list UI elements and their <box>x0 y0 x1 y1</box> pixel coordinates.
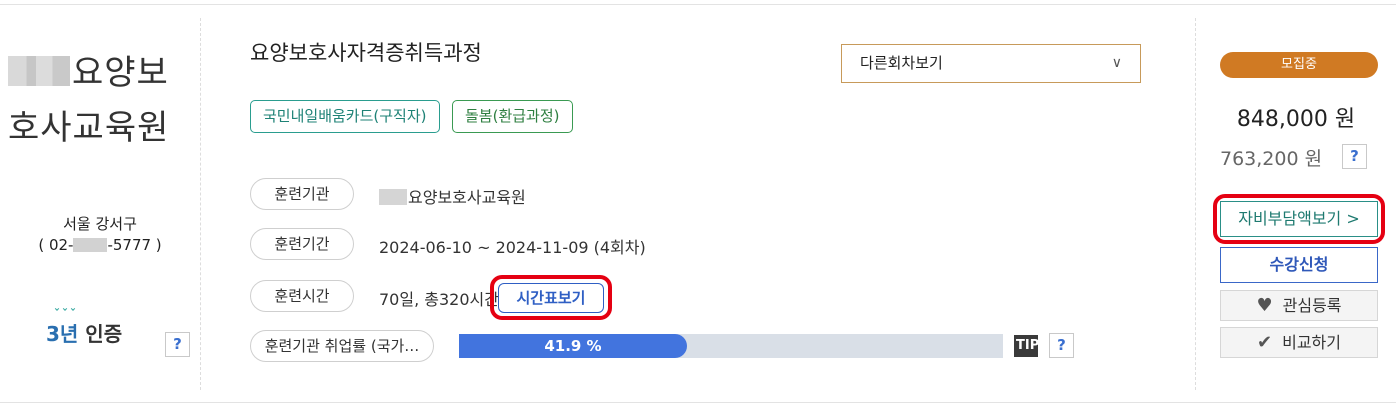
institution-name-line1: 요양보 <box>72 53 169 93</box>
certification-badge: ˇˇˇ 3년 인증 <box>46 307 123 347</box>
label-employment-rate[interactable]: 훈련기관 취업률 (국가… <box>250 330 434 362</box>
tag-card: 국민내일배움카드(구직자) <box>250 100 440 133</box>
compare-button[interactable]: ✔ 비교하기 <box>1220 327 1378 358</box>
region-text: 서울 강서구 <box>63 215 137 233</box>
cert-years: 3년 <box>46 322 79 346</box>
heart-icon: ♥ <box>1256 295 1273 316</box>
cert-text: 인증 <box>85 322 123 346</box>
price-help-button[interactable]: ? <box>1342 144 1367 169</box>
apply-button[interactable]: 수강신청 <box>1220 247 1378 283</box>
round-select-value: 다른회차보기 <box>860 54 943 72</box>
label-hours: 훈련시간 <box>250 280 354 312</box>
label-period: 훈련기간 <box>250 228 354 260</box>
bottom-divider <box>0 402 1396 403</box>
chevron-down-icon: ∨ <box>1111 55 1122 71</box>
favorite-button[interactable]: ♥ 관심등록 <box>1220 290 1378 321</box>
institution-contact: 서울 강서구 ( 02- -5777 ) <box>0 214 200 256</box>
price-main: 848,000 원 <box>1236 107 1356 132</box>
self-pay-button[interactable]: 자비부담액보기 > <box>1220 201 1378 237</box>
employment-rate-fill: 41.9 % <box>459 334 687 358</box>
institution-name[interactable]: 요양보 호사교육원 <box>8 46 198 156</box>
timetable-button[interactable]: 시간표보기 <box>498 283 604 313</box>
value-institution: 요양보호사교육원 <box>379 184 526 208</box>
round-select[interactable]: 다른회차보기 ∨ <box>841 44 1141 83</box>
tip-button[interactable]: TIP <box>1014 335 1038 357</box>
cert-decoration: ˇˇˇ <box>54 307 78 321</box>
course-title[interactable]: 요양보호사자격증취득과정 <box>250 37 482 67</box>
label-institution: 훈련기관 <box>250 178 354 210</box>
value-hours: 70일, 총320시간 <box>379 290 499 309</box>
employment-rate-bar: 41.9 % <box>459 334 1003 358</box>
check-icon: ✔ <box>1257 332 1273 353</box>
status-badge: 모집중 <box>1220 52 1378 78</box>
value-period: 2024-06-10 ~ 2024-11-09 (4회차) <box>379 238 646 257</box>
cert-help-button[interactable]: ? <box>165 332 190 357</box>
price-discount: 763,200 원 <box>1220 148 1323 170</box>
redacted-phone-part <box>73 238 108 252</box>
institution-name-line2: 호사교육원 <box>8 108 170 148</box>
employment-help-button[interactable]: ? <box>1049 333 1074 358</box>
top-divider <box>0 4 1396 5</box>
phone-text: ( 02- -5777 ) <box>38 236 162 254</box>
right-column-separator <box>1195 18 1196 390</box>
tag-care: 돌봄(환급과정) <box>452 100 573 133</box>
redacted-institution-part <box>379 189 407 205</box>
redacted-name-part <box>8 56 70 86</box>
left-column-separator <box>200 18 201 390</box>
